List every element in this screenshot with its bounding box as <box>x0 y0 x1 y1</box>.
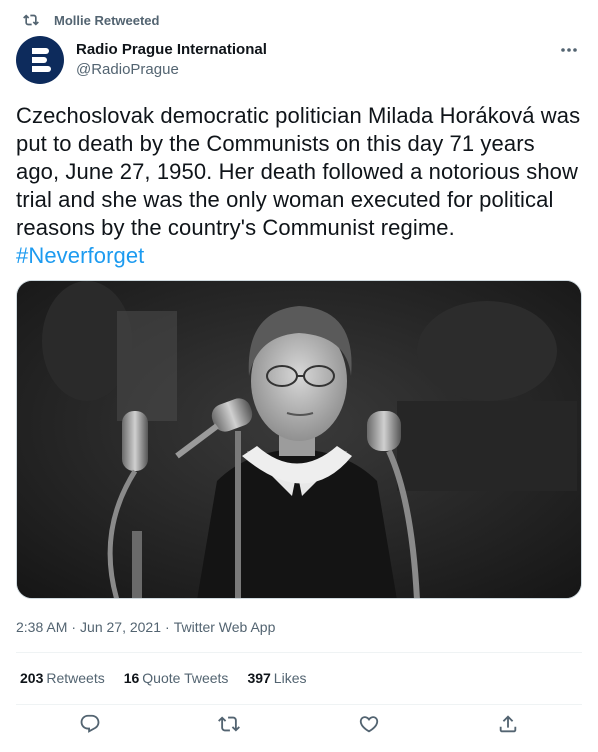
tweet-stats: 203 Retweets 16 Quote Tweets 397 Likes <box>20 670 325 686</box>
more-options-button[interactable] <box>558 40 580 60</box>
quote-tweets-stat[interactable]: 16 Quote Tweets <box>124 670 229 686</box>
retweet-icon <box>218 716 241 732</box>
retweet-icon <box>23 14 39 26</box>
quote-tweets-count: 16 <box>123 670 140 686</box>
reply-icon <box>80 714 100 733</box>
meta-separator: · <box>165 619 170 635</box>
radio-prague-logo-icon <box>32 48 51 72</box>
share-button[interactable] <box>496 712 520 736</box>
retweets-label: Retweets <box>46 670 105 686</box>
tweet-metadata: 2:38 AM · Jun 27, 2021 · Twitter Web App <box>16 619 275 635</box>
hashtag-link[interactable]: #Neverforget <box>16 243 144 268</box>
like-icon <box>359 716 378 733</box>
retweet-button[interactable] <box>217 712 241 736</box>
likes-label: Likes <box>273 670 307 686</box>
tweet-author: Radio Prague International @RadioPrague <box>16 36 582 84</box>
tweet-actions <box>16 712 582 736</box>
share-icon <box>499 715 517 733</box>
divider <box>16 704 582 705</box>
avatar[interactable] <box>16 36 64 84</box>
like-button[interactable] <box>357 712 381 736</box>
divider <box>16 652 582 653</box>
tweet-date-link[interactable]: Jun 27, 2021 <box>80 619 161 635</box>
retweeted-by-text: Mollie Retweeted <box>54 12 160 28</box>
meta-separator: · <box>71 619 77 635</box>
quote-tweets-label: Quote Tweets <box>142 670 229 686</box>
more-dots-icon <box>561 48 577 52</box>
photo-image <box>17 281 581 598</box>
retweets-count: 203 <box>20 670 44 686</box>
social-context[interactable]: Mollie Retweeted <box>22 12 159 28</box>
reply-button[interactable] <box>78 712 102 736</box>
tweet-text: Czechoslovak democratic politician Milad… <box>16 103 581 240</box>
tweet-source-link[interactable]: Twitter Web App <box>174 619 276 635</box>
tweet-time-link[interactable]: 2:38 AM <box>16 619 67 635</box>
retweets-stat[interactable]: 203 Retweets <box>20 670 105 686</box>
tweet-body: Czechoslovak democratic politician Milad… <box>16 102 582 270</box>
likes-count: 397 <box>247 670 271 686</box>
likes-stat[interactable]: 397 Likes <box>247 670 306 686</box>
tweet-photo[interactable] <box>16 280 582 599</box>
author-display-name[interactable]: Radio Prague International <box>76 40 267 60</box>
author-handle[interactable]: @RadioPrague <box>76 60 267 80</box>
